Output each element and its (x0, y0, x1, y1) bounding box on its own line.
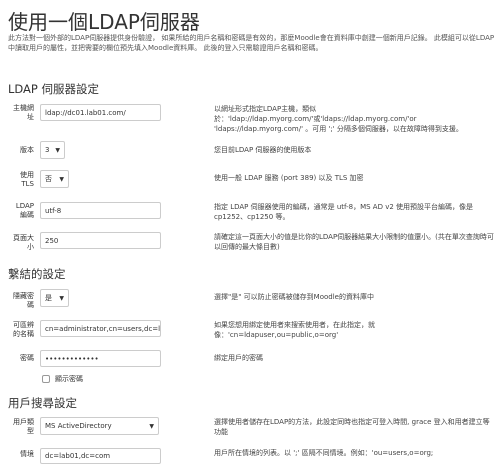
host-label: 主機網址 (13, 104, 34, 121)
usertype-label: 用戶類型 (13, 418, 34, 435)
hide-password-value: 是 (45, 294, 52, 302)
encoding-label: LDAP 編碼 (15, 202, 34, 219)
encoding-description: 指定 LDAP 伺服器使用的編碼，通常是 utf-8，MS AD v2 使用預設… (214, 203, 474, 221)
preventpassaccess-label: 隱藏密碼 (13, 292, 34, 309)
section-heading-user-lookup: 用戶搜尋設定 (8, 396, 77, 410)
contexts-description: 用戶所在情境的列表。以 ';' 區隔不同情境。例如：'ou=users,o=or… (214, 449, 434, 457)
bind-dn-input[interactable]: cn=administrator,cn=users,dc=lab (40, 320, 161, 337)
unmask-password-checkbox[interactable] (42, 375, 50, 383)
hide-password-select[interactable]: 是 ▼ (40, 289, 69, 307)
bind-password-input[interactable]: ••••••••••••• (40, 350, 161, 367)
bindpw-label: 密碼 (20, 354, 34, 362)
version-select[interactable]: 3 ▼ (40, 141, 65, 159)
contexts-label: 情境 (20, 450, 34, 458)
pagesize-input[interactable]: 250 (40, 232, 161, 249)
pagesize-description: 請確定這一頁面大小的值是比你的LDAP伺服器結果大小限制的值還小。(共在單次查詢… (214, 233, 494, 251)
tls-description: 使用一般 LDAP 服務 (port 389) 以及 TLS 加密 (214, 174, 364, 182)
host-url-input[interactable]: ldap://dc01.lab01.com/ (40, 104, 161, 121)
chevron-down-icon: ▼ (55, 146, 60, 154)
pagesize-label: 頁面大小 (13, 234, 34, 251)
section-heading-bind: 繫結的設定 (8, 267, 66, 281)
tls-select[interactable]: 否 ▼ (40, 170, 69, 188)
version-description: 您目前LDAP 伺服器的使用版本 (214, 146, 312, 154)
version-label: 版本 (20, 146, 34, 154)
chevron-down-icon: ▼ (59, 294, 64, 302)
page-intro: 此方法對一個外部的LDAP伺服器提供身份驗證， 如果所給的用戶名稱和密碼是有效的… (8, 34, 495, 52)
version-value: 3 (45, 146, 50, 154)
unmask-password-label: 顯示密碼 (55, 375, 83, 383)
section-heading-ldap-server: LDAP 伺服器設定 (8, 82, 100, 96)
chevron-down-icon: ▼ (149, 422, 154, 430)
binddn-description: 如果您想用綁定使用者來搜索使用者，在此指定，就像：'cn=ldapuser,ou… (214, 321, 375, 339)
binddn-label: 可區辨的名稱 (13, 321, 34, 338)
ldap-encoding-input[interactable]: utf-8 (40, 202, 161, 219)
chevron-down-icon: ▼ (59, 175, 64, 183)
tls-label: 使用 TLS (20, 171, 34, 188)
user-type-select[interactable]: MS ActiveDirectory ▼ (40, 417, 159, 435)
usertype-description: 選擇使用者儲存在LDAP的方法，此設定同時也指定可登入時間, grace 登入和… (214, 418, 490, 436)
host-description: 以網址形式指定LDAP主機，類似 於：'ldap://ldap.myorg.co… (214, 105, 463, 133)
user-type-value: MS ActiveDirectory (45, 422, 112, 430)
preventpassaccess-description: 選擇"是" 可以防止密碼被儲存到Moodle的資料庫中 (214, 293, 374, 301)
page-title: 使用一個LDAP伺服器 (8, 10, 200, 34)
bindpw-description: 綁定用戶的密碼 (214, 354, 263, 362)
tls-value: 否 (45, 175, 52, 183)
